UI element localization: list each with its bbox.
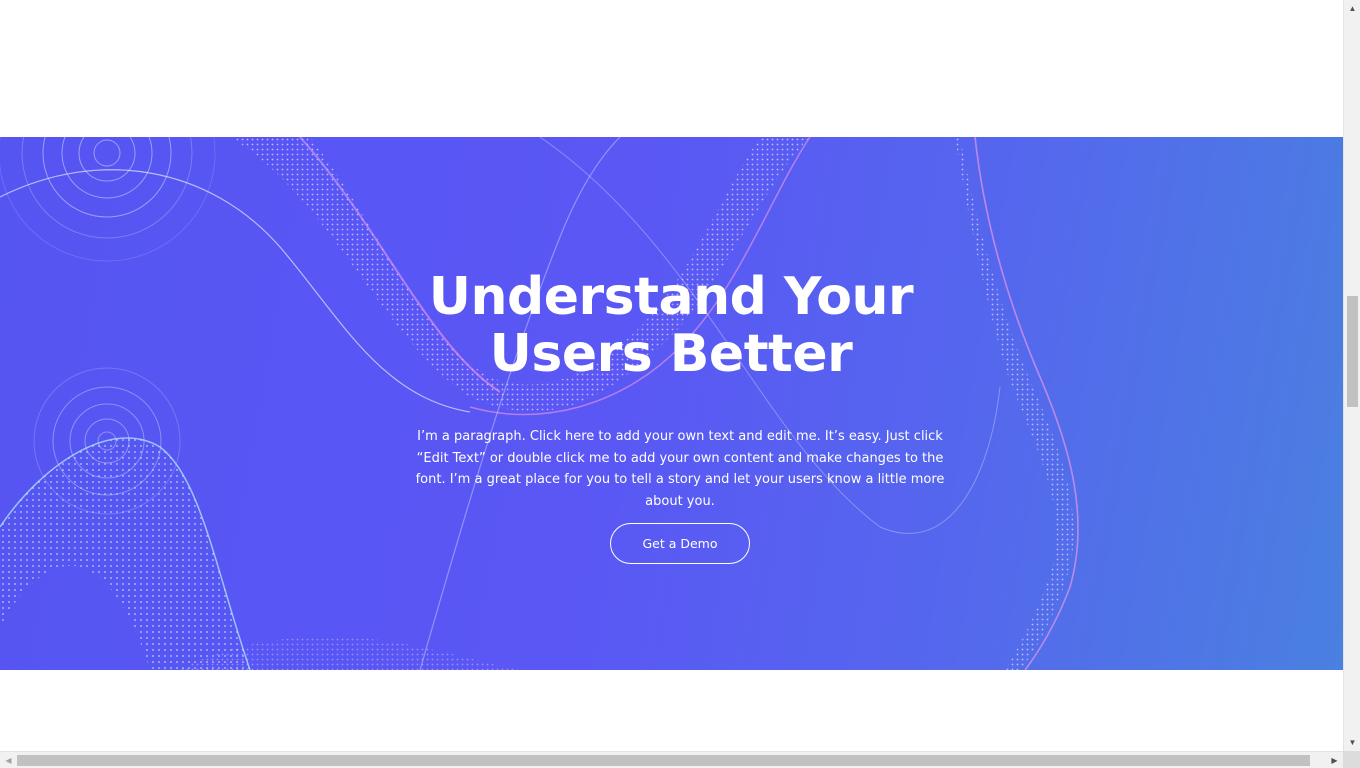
hero-title-line-1: Understand Your bbox=[428, 267, 914, 327]
dotted-wave-bottom-left bbox=[0, 438, 250, 670]
page-viewport: Understand Your Users Better I’m a parag… bbox=[0, 0, 1343, 751]
vertical-scrollbar[interactable]: ▲ ▼ bbox=[1343, 0, 1360, 751]
hero-background-graphic bbox=[0, 137, 1079, 670]
hero-title-line-2: Users Better bbox=[489, 324, 853, 384]
scroll-right-arrow-icon[interactable]: ▶ bbox=[1326, 752, 1343, 768]
dotted-wave-right bbox=[955, 137, 1074, 670]
scroll-left-arrow-icon[interactable]: ◀ bbox=[0, 752, 17, 768]
scroll-down-arrow-icon[interactable]: ▼ bbox=[1344, 734, 1360, 751]
hero-section: Understand Your Users Better I’m a parag… bbox=[0, 137, 1343, 670]
bottom-blank-section bbox=[0, 670, 1343, 751]
scrollbar-corner bbox=[1343, 751, 1360, 768]
vertical-scroll-thumb[interactable] bbox=[1347, 296, 1358, 407]
scroll-up-arrow-icon[interactable]: ▲ bbox=[1344, 0, 1360, 17]
horizontal-scroll-thumb[interactable] bbox=[17, 755, 1310, 766]
rings-top-left bbox=[0, 137, 216, 262]
hero-paragraph: I’m a paragraph. Click here to add your … bbox=[415, 429, 945, 509]
top-blank-section bbox=[0, 0, 1343, 137]
horizontal-scrollbar[interactable]: ◀ ▶ bbox=[0, 751, 1343, 768]
hero-title: Understand Your Users Better bbox=[371, 269, 971, 383]
get-a-demo-button[interactable]: Get a Demo bbox=[610, 523, 750, 564]
